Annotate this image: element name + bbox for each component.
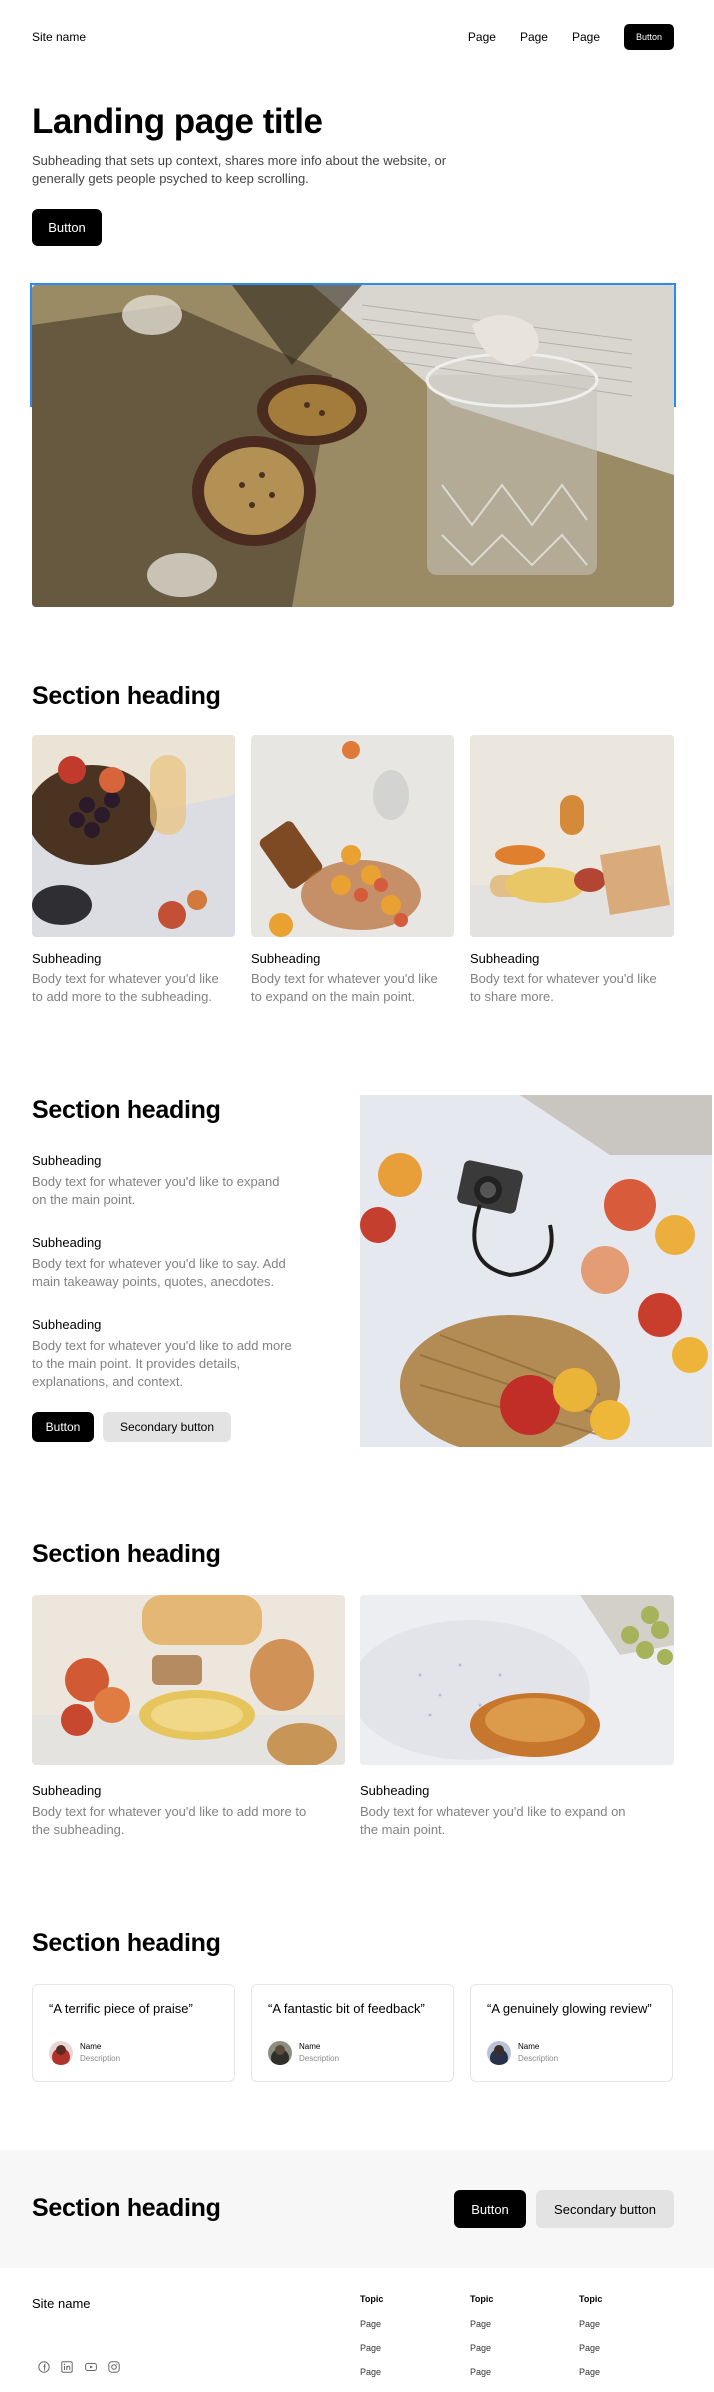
testimonial-name: Name: [299, 2042, 321, 2051]
showcase-image-2: [360, 1595, 674, 1765]
nav-button[interactable]: Button: [624, 24, 674, 50]
testimonial-name: Name: [80, 2042, 102, 2051]
site-name[interactable]: Site name: [32, 30, 86, 44]
detail-body-3: Body text for whatever you'd like to add…: [32, 1338, 292, 1389]
top-nav: Site name Page Page Page Button: [32, 24, 674, 50]
detail-secondary-button[interactable]: Secondary button: [103, 1412, 231, 1442]
footer-link-page[interactable]: Page: [360, 2367, 381, 2377]
linkedin-icon[interactable]: [61, 2361, 73, 2373]
footer-topic-3: Topic: [579, 2294, 603, 2304]
feature-image-2: [251, 735, 454, 937]
feature-image-1: [32, 735, 235, 937]
detail-image: [360, 1095, 712, 1447]
footer-topic-2: Topic: [470, 2294, 494, 2304]
feature-body-3: Body text for whatever you'd like to sha…: [470, 971, 657, 1004]
footer-link-page[interactable]: Page: [360, 2319, 381, 2329]
testimonial-quote: “A genuinely glowing review”: [487, 2001, 652, 2016]
detail-body-1: Body text for whatever you'd like to exp…: [32, 1174, 280, 1207]
testimonial-card-1: “A terrific piece of praise” Name Descri…: [32, 1984, 235, 2082]
section-heading-testimonials: Section heading: [32, 1929, 221, 1957]
feature-subheading-3: Subheading: [470, 951, 540, 966]
testimonial-description: Description: [80, 2054, 121, 2063]
footer-link-page[interactable]: Page: [470, 2367, 491, 2377]
cta-button[interactable]: Button: [454, 2190, 526, 2228]
hero-image: [32, 285, 674, 607]
testimonial-description: Description: [518, 2054, 559, 2063]
testimonial-card-3: “A genuinely glowing review” Name Descri…: [470, 1984, 673, 2082]
nav-link-page-1[interactable]: Page: [468, 30, 496, 44]
showcase-body-2: Body text for whatever you'd like to exp…: [360, 1804, 626, 1837]
section-heading-1: Section heading: [32, 682, 221, 710]
youtube-icon[interactable]: [85, 2361, 97, 2373]
avatar: [49, 2041, 73, 2065]
avatar: [268, 2041, 292, 2065]
detail-subheading-2: Subheading: [32, 1235, 102, 1250]
cta-section: Section heading Button Secondary button: [0, 2150, 714, 2268]
footer-site-name[interactable]: Site name: [32, 2296, 91, 2311]
detail-button[interactable]: Button: [32, 1412, 94, 1442]
page-title: Landing page title: [32, 102, 323, 141]
testimonial-quote: “A fantastic bit of feedback”: [268, 2001, 425, 2016]
testimonial-quote: “A terrific piece of praise”: [49, 2001, 193, 2016]
feature-body-2: Body text for whatever you'd like to exp…: [251, 971, 438, 1004]
feature-image-3: [470, 735, 674, 937]
nav-links: Page Page Page Button: [468, 24, 674, 50]
testimonial-name: Name: [518, 2042, 540, 2051]
showcase-image-1: [32, 1595, 345, 1765]
footer-link-page[interactable]: Page: [579, 2343, 600, 2353]
hero-subheading: Subheading that sets up context, shares …: [32, 153, 447, 186]
nav-link-page-3[interactable]: Page: [572, 30, 600, 44]
section-heading-cta: Section heading: [32, 2194, 221, 2222]
testimonial-description: Description: [299, 2054, 340, 2063]
footer-topic-1: Topic: [360, 2294, 384, 2304]
avatar: [487, 2041, 511, 2065]
detail-subheading-3: Subheading: [32, 1317, 102, 1332]
section-heading-2: Section heading: [32, 1096, 221, 1124]
footer-link-page[interactable]: Page: [470, 2319, 491, 2329]
footer-link-page[interactable]: Page: [579, 2367, 600, 2377]
instagram-icon[interactable]: [108, 2361, 120, 2373]
testimonial-card-2: “A fantastic bit of feedback” Name Descr…: [251, 1984, 454, 2082]
facebook-icon[interactable]: [38, 2361, 50, 2373]
cta-secondary-button[interactable]: Secondary button: [536, 2190, 674, 2228]
showcase-body-1: Body text for whatever you'd like to add…: [32, 1804, 307, 1837]
detail-subheading-1: Subheading: [32, 1153, 102, 1168]
detail-body-2: Body text for whatever you'd like to say…: [32, 1256, 286, 1289]
hero-button[interactable]: Button: [32, 209, 102, 246]
showcase-subheading-2: Subheading: [360, 1783, 430, 1798]
feature-subheading-1: Subheading: [32, 951, 102, 966]
nav-link-page-2[interactable]: Page: [520, 30, 548, 44]
footer-link-page[interactable]: Page: [470, 2343, 491, 2353]
footer-link-page[interactable]: Page: [579, 2319, 600, 2329]
showcase-subheading-1: Subheading: [32, 1783, 102, 1798]
section-heading-3: Section heading: [32, 1540, 221, 1568]
footer-link-page[interactable]: Page: [360, 2343, 381, 2353]
feature-body-1: Body text for whatever you'd like to add…: [32, 971, 219, 1004]
feature-subheading-2: Subheading: [251, 951, 321, 966]
